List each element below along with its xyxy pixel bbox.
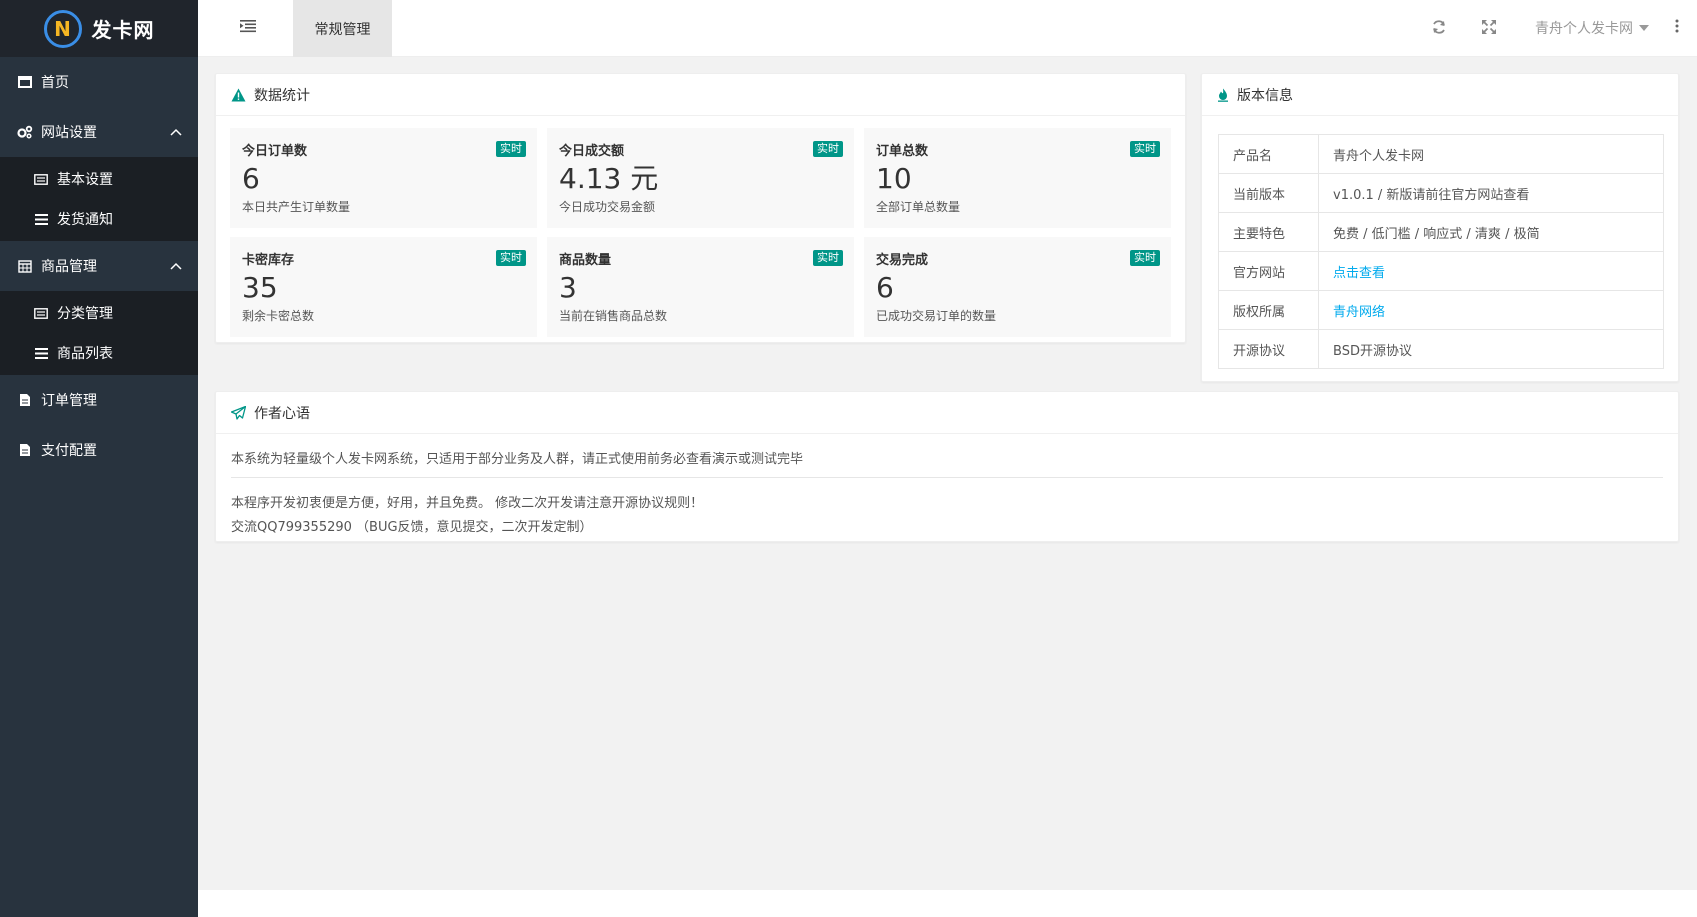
warning-icon — [231, 88, 246, 102]
status-badge: 实时 — [813, 141, 843, 157]
list-alt-icon — [33, 307, 49, 319]
sidebar-item-category-management[interactable]: 分类管理 — [0, 293, 198, 333]
fire-icon — [1217, 88, 1229, 102]
sidebar-item-basic-settings[interactable]: 基本设置 — [0, 159, 198, 199]
sidebar-item-order-management[interactable]: 订单管理 — [0, 375, 198, 425]
sidebar-item-shipping-notice[interactable]: 发货通知 — [0, 199, 198, 239]
divider — [231, 477, 1663, 478]
sidebar-item-payment-config[interactable]: 支付配置 — [0, 425, 198, 475]
note-text: 本系统为轻量级个人发卡网系统，只适用于部分业务及人群，请正式使用前务必查看演示或… — [231, 452, 804, 467]
stat-product-count: 商品数量 实时 3 当前在销售商品总数 — [547, 237, 854, 337]
stat-completed-trades: 交易完成 实时 6 已成功交易订单的数量 — [864, 237, 1171, 337]
table-row: 版权所属 青舟网络 — [1218, 290, 1664, 330]
table-row: 当前版本 v1.0.1 / 新版请前往官方网站查看 — [1218, 173, 1664, 213]
submenu-site-settings: 基本设置 发货通知 — [0, 157, 198, 241]
note-text: 交流QQ799355290 （BUG反馈，意见提交，二次开发定制） — [231, 520, 593, 535]
file-icon — [17, 393, 33, 407]
window-icon — [17, 76, 33, 88]
status-badge: 实时 — [1130, 141, 1160, 157]
official-site-link[interactable]: 点击查看 — [1333, 266, 1385, 281]
version-card: 版本信息 产品名 青舟个人发卡网 当前版本 v1.0.1 / 新版请前往官方网站… — [1201, 73, 1679, 382]
chevron-up-icon — [170, 124, 182, 140]
status-badge: 实时 — [496, 141, 526, 157]
caret-down-icon — [1639, 25, 1649, 31]
list-alt-icon — [33, 173, 49, 185]
user-name: 青舟个人发卡网 — [1535, 21, 1633, 37]
stat-today-orders: 今日订单数 实时 6 本日共产生订单数量 — [230, 128, 537, 228]
table-row: 主要特色 免费 / 低门槛 / 响应式 / 清爽 / 极简 — [1218, 212, 1664, 252]
status-badge: 实时 — [813, 250, 843, 266]
stat-today-revenue: 今日成交额 实时 4.13 元 今日成功交易金额 — [547, 128, 854, 228]
more-vertical-icon[interactable] — [1674, 16, 1680, 38]
sidebar-item-home[interactable]: 首页 — [0, 57, 198, 107]
status-badge: 实时 — [496, 250, 526, 266]
paper-plane-icon — [231, 405, 246, 420]
footer-strip — [198, 890, 1697, 917]
stat-card-stock: 卡密库存 实时 35 剩余卡密总数 — [230, 237, 537, 337]
version-table: 产品名 青舟个人发卡网 当前版本 v1.0.1 / 新版请前往官方网站查看 主要… — [1218, 134, 1664, 369]
chevron-up-icon — [170, 258, 182, 274]
copyright-link[interactable]: 青舟网络 — [1333, 305, 1385, 320]
logo-icon: N — [43, 9, 82, 48]
gears-icon — [17, 125, 33, 139]
table-row: 产品名 青舟个人发卡网 — [1218, 134, 1664, 174]
fullscreen-icon[interactable] — [1481, 19, 1499, 37]
sidebar: N 发卡网 首页 网站设置 基本设置 发货通知 商品管理 分类管理 商品列表 订… — [0, 0, 198, 917]
status-badge: 实时 — [1130, 250, 1160, 266]
file-icon — [17, 443, 33, 457]
stat-total-orders: 订单总数 实时 10 全部订单总数量 — [864, 128, 1171, 228]
calendar-icon — [17, 259, 33, 273]
notes-card-title: 作者心语 — [216, 392, 1678, 434]
sidebar-item-product-list[interactable]: 商品列表 — [0, 333, 198, 373]
logo[interactable]: N 发卡网 — [0, 0, 198, 57]
logo-text: 发卡网 — [91, 18, 155, 42]
version-card-title: 版本信息 — [1202, 74, 1678, 116]
tab-general-management[interactable]: 常规管理 — [293, 0, 392, 57]
refresh-icon[interactable] — [1431, 19, 1449, 37]
table-row: 官方网站 点击查看 — [1218, 251, 1664, 291]
sidebar-item-site-settings[interactable]: 网站设置 — [0, 107, 198, 157]
menu-toggle-icon[interactable] — [240, 19, 258, 37]
top-header: 常规管理 青舟个人发卡网 — [198, 0, 1697, 57]
user-menu[interactable]: 青舟个人发卡网 — [1535, 18, 1649, 38]
bars-icon — [33, 213, 49, 225]
bars-icon — [33, 347, 49, 359]
stats-card-title: 数据统计 — [216, 74, 1185, 116]
stats-card: 数据统计 今日订单数 实时 6 本日共产生订单数量 今日成交额 实时 4.13 … — [215, 73, 1186, 343]
sidebar-item-product-management[interactable]: 商品管理 — [0, 241, 198, 291]
note-text: 本程序开发初衷便是方便，好用，并且免费。 修改二次开发请注意开源协议规则！ — [231, 496, 704, 511]
submenu-product-management: 分类管理 商品列表 — [0, 291, 198, 375]
table-row: 开源协议 BSD开源协议 — [1218, 329, 1664, 369]
notes-card: 作者心语 本系统为轻量级个人发卡网系统，只适用于部分业务及人群，请正式使用前务必… — [215, 391, 1679, 542]
